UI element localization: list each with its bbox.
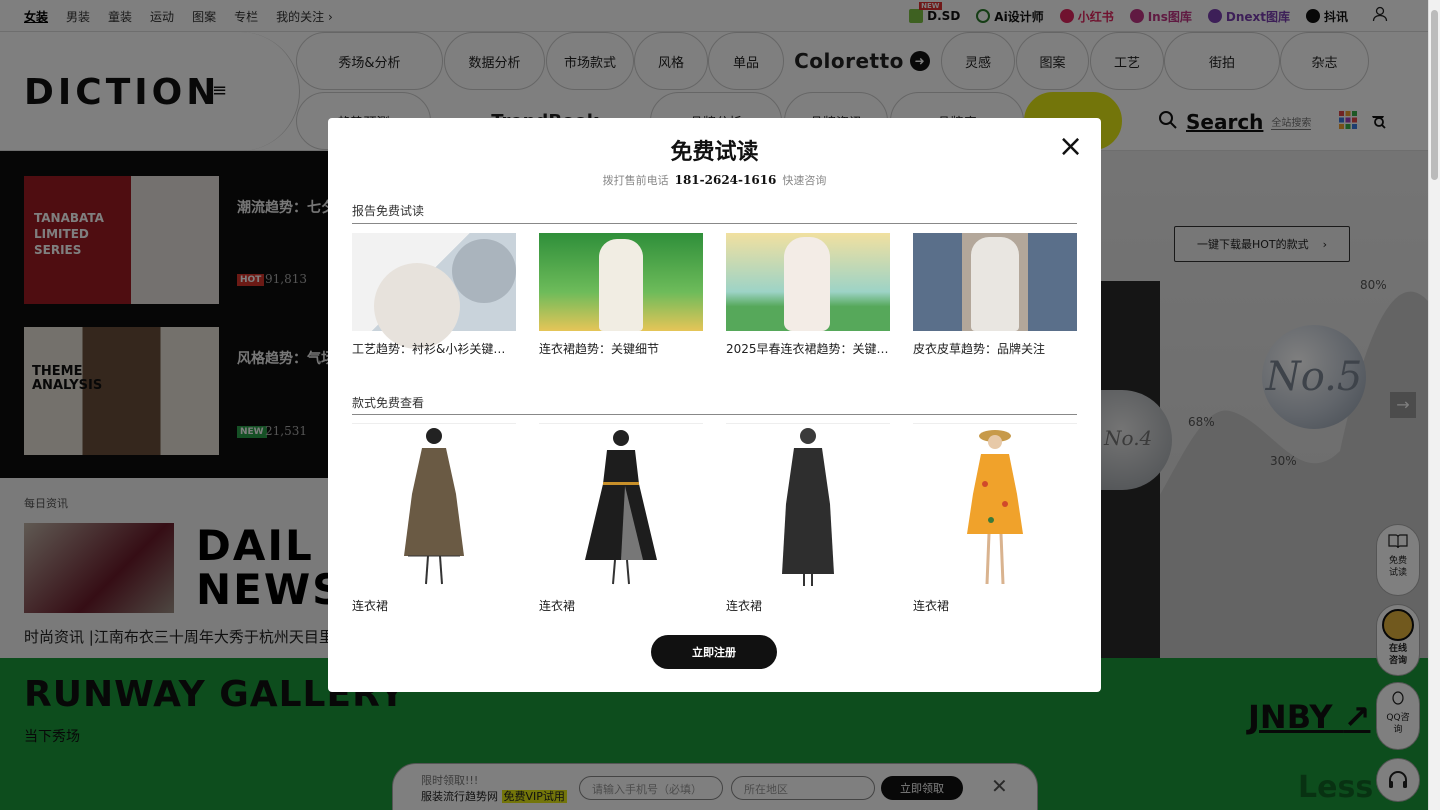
modal-title: 免费试读	[670, 140, 759, 165]
report-caption-1[interactable]: 工艺趋势：衬衫&小衫关键细节	[352, 340, 516, 357]
style-caption-4[interactable]: 连衣裙	[913, 597, 949, 614]
dress-illustration-1	[404, 428, 464, 585]
register-button[interactable]: 立即注册	[651, 635, 777, 669]
dress-illustration-4	[967, 430, 1023, 585]
style-figure-3[interactable]	[726, 423, 890, 587]
report-thumb-2-figure	[599, 239, 643, 331]
scrollbar-thumb[interactable]	[1431, 10, 1438, 180]
dress-illustration-3	[782, 428, 834, 586]
report-caption-3[interactable]: 2025早春连衣裙趋势：关键款式	[726, 340, 890, 357]
report-thumb-1-figure-2	[452, 239, 516, 303]
modal-phone-line: 拨打售前电话 181-2624-1616 快速咨询	[602, 173, 827, 187]
report-thumb-3-figure	[784, 237, 830, 331]
reports-divider	[352, 223, 1077, 224]
sales-phone[interactable]: 181-2624-1616	[675, 173, 777, 187]
reports-section-label: 报告免费试读	[352, 204, 425, 218]
style-caption-3[interactable]: 连衣裙	[726, 597, 762, 614]
report-caption-2[interactable]: 连衣裙趋势：关键细节	[539, 340, 703, 357]
report-thumb-1-figure	[374, 263, 460, 349]
close-icon[interactable]: ×	[1058, 132, 1083, 162]
free-trial-modal: 免费试读 × 拨打售前电话 181-2624-1616 快速咨询 报告免费试读 工艺…	[328, 118, 1101, 692]
style-caption-1[interactable]: 连衣裙	[352, 597, 388, 614]
style-figure-4[interactable]	[913, 423, 1077, 587]
style-figure-2[interactable]	[539, 423, 703, 587]
page-scrollbar[interactable]	[1428, 0, 1440, 810]
report-thumb-3[interactable]	[726, 233, 890, 331]
report-caption-4[interactable]: 皮衣皮草趋势：品牌关注	[913, 340, 1077, 357]
report-thumb-2[interactable]	[539, 233, 703, 331]
style-figure-1[interactable]	[352, 423, 516, 587]
report-thumb-1[interactable]	[352, 233, 516, 349]
dress-illustration-2	[585, 430, 657, 585]
styles-divider	[352, 414, 1077, 415]
report-thumb-4[interactable]	[913, 233, 1077, 331]
style-caption-2[interactable]: 连衣裙	[539, 597, 575, 614]
report-thumb-4-figure	[971, 237, 1019, 331]
styles-section-label: 款式免费查看	[352, 396, 425, 410]
